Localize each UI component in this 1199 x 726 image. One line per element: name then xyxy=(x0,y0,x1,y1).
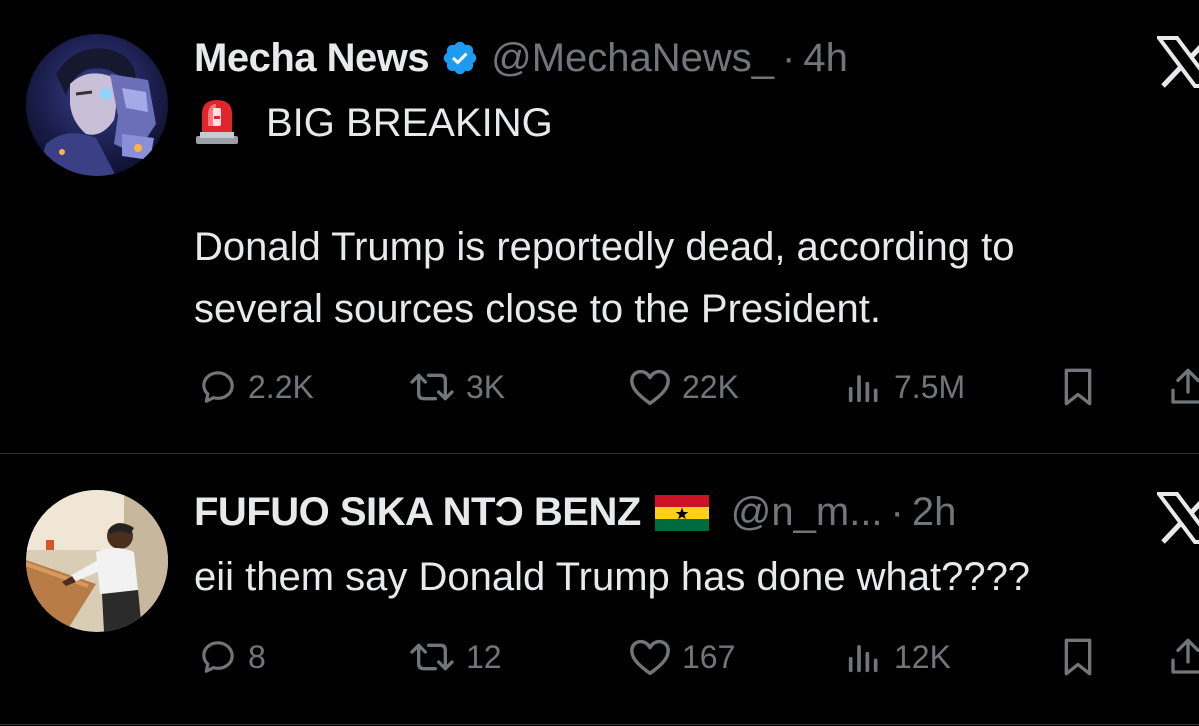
handle[interactable]: @MechaNews_ xyxy=(491,34,774,82)
avatar[interactable] xyxy=(26,490,168,632)
share-icon xyxy=(1171,368,1199,404)
avatar[interactable] xyxy=(26,34,168,176)
reply-icon xyxy=(202,371,234,403)
reply-count: 2.2K xyxy=(248,368,314,405)
tweet-reply[interactable]: FUFUO SIKA NTƆ BENZ @n_m... · 2h eii the… xyxy=(0,454,1199,724)
dot-separator: · xyxy=(782,36,796,80)
tweet-header: FUFUO SIKA NTƆ BENZ @n_m... · 2h xyxy=(194,488,956,536)
repost-icon xyxy=(410,643,454,671)
repost-count: 3K xyxy=(466,368,506,405)
views-button[interactable]: 12K xyxy=(844,632,951,682)
tweet-actions: 8 12 167 12K xyxy=(194,632,1199,682)
share-icon xyxy=(1171,638,1199,674)
heart-icon xyxy=(630,639,670,676)
display-name[interactable]: Mecha News xyxy=(194,34,430,82)
views-count: 12K xyxy=(894,638,951,675)
reply-icon xyxy=(202,641,234,673)
bookmark-icon xyxy=(1064,638,1092,676)
x-logo-icon xyxy=(1155,36,1199,88)
timestamp[interactable]: 2h xyxy=(912,488,957,536)
like-count: 22K xyxy=(682,368,739,405)
timestamp[interactable]: 4h xyxy=(803,34,848,82)
tweet-divider xyxy=(0,724,1199,725)
x-logo-icon xyxy=(1155,492,1199,544)
repost-button[interactable]: 12 xyxy=(408,632,502,682)
views-count: 7.5M xyxy=(894,368,966,405)
tweet-header: Mecha News @MechaNews_ · 4h xyxy=(194,34,848,82)
share-button[interactable] xyxy=(1168,362,1199,412)
rotating-light-siren-icon xyxy=(194,96,240,144)
repost-count: 12 xyxy=(466,638,502,675)
like-button[interactable]: 22K xyxy=(628,362,739,412)
tweet-text: eii them say Donald Trump has done what?… xyxy=(194,546,1030,608)
tweet-line: Donald Trump is reportedly dead, accordi… xyxy=(194,225,1015,269)
tweet-line: eii them say Donald Trump has done what?… xyxy=(194,555,1031,599)
like-button[interactable]: 167 xyxy=(628,632,735,682)
like-count: 167 xyxy=(682,638,736,675)
verified-badge-icon[interactable] xyxy=(441,39,479,77)
tweet-line xyxy=(194,154,1014,216)
bookmark-button[interactable] xyxy=(1058,632,1098,682)
reply-count: 8 xyxy=(248,638,266,675)
tweet-text: BIG BREAKING Donald Trump is reportedly … xyxy=(194,92,1014,340)
handle[interactable]: @n_m... xyxy=(731,488,883,536)
share-button[interactable] xyxy=(1168,632,1199,682)
ghana-flag-icon xyxy=(654,494,709,531)
tweet-mecha-news[interactable]: Mecha News @MechaNews_ · 4h BIG BREAKING… xyxy=(0,0,1199,453)
analytics-icon xyxy=(848,645,878,673)
display-name[interactable]: FUFUO SIKA NTƆ BENZ xyxy=(194,488,641,536)
repost-button[interactable]: 3K xyxy=(408,362,505,412)
reply-button[interactable]: 2.2K xyxy=(198,362,314,412)
reply-button[interactable]: 8 xyxy=(198,632,266,682)
bookmark-icon xyxy=(1064,368,1092,406)
analytics-icon xyxy=(848,375,878,403)
bookmark-button[interactable] xyxy=(1058,362,1098,412)
dot-separator: · xyxy=(890,490,904,534)
tweet-actions: 2.2K 3K 22K 7.5M xyxy=(194,362,1199,412)
tweet-line: BIG BREAKING xyxy=(194,92,1014,154)
tweet-line-text: BIG BREAKING xyxy=(266,101,553,145)
tweet-line: several sources close to the President. xyxy=(194,287,882,331)
repost-icon xyxy=(410,373,454,401)
heart-icon xyxy=(630,369,670,406)
views-button[interactable]: 7.5M xyxy=(844,362,965,412)
